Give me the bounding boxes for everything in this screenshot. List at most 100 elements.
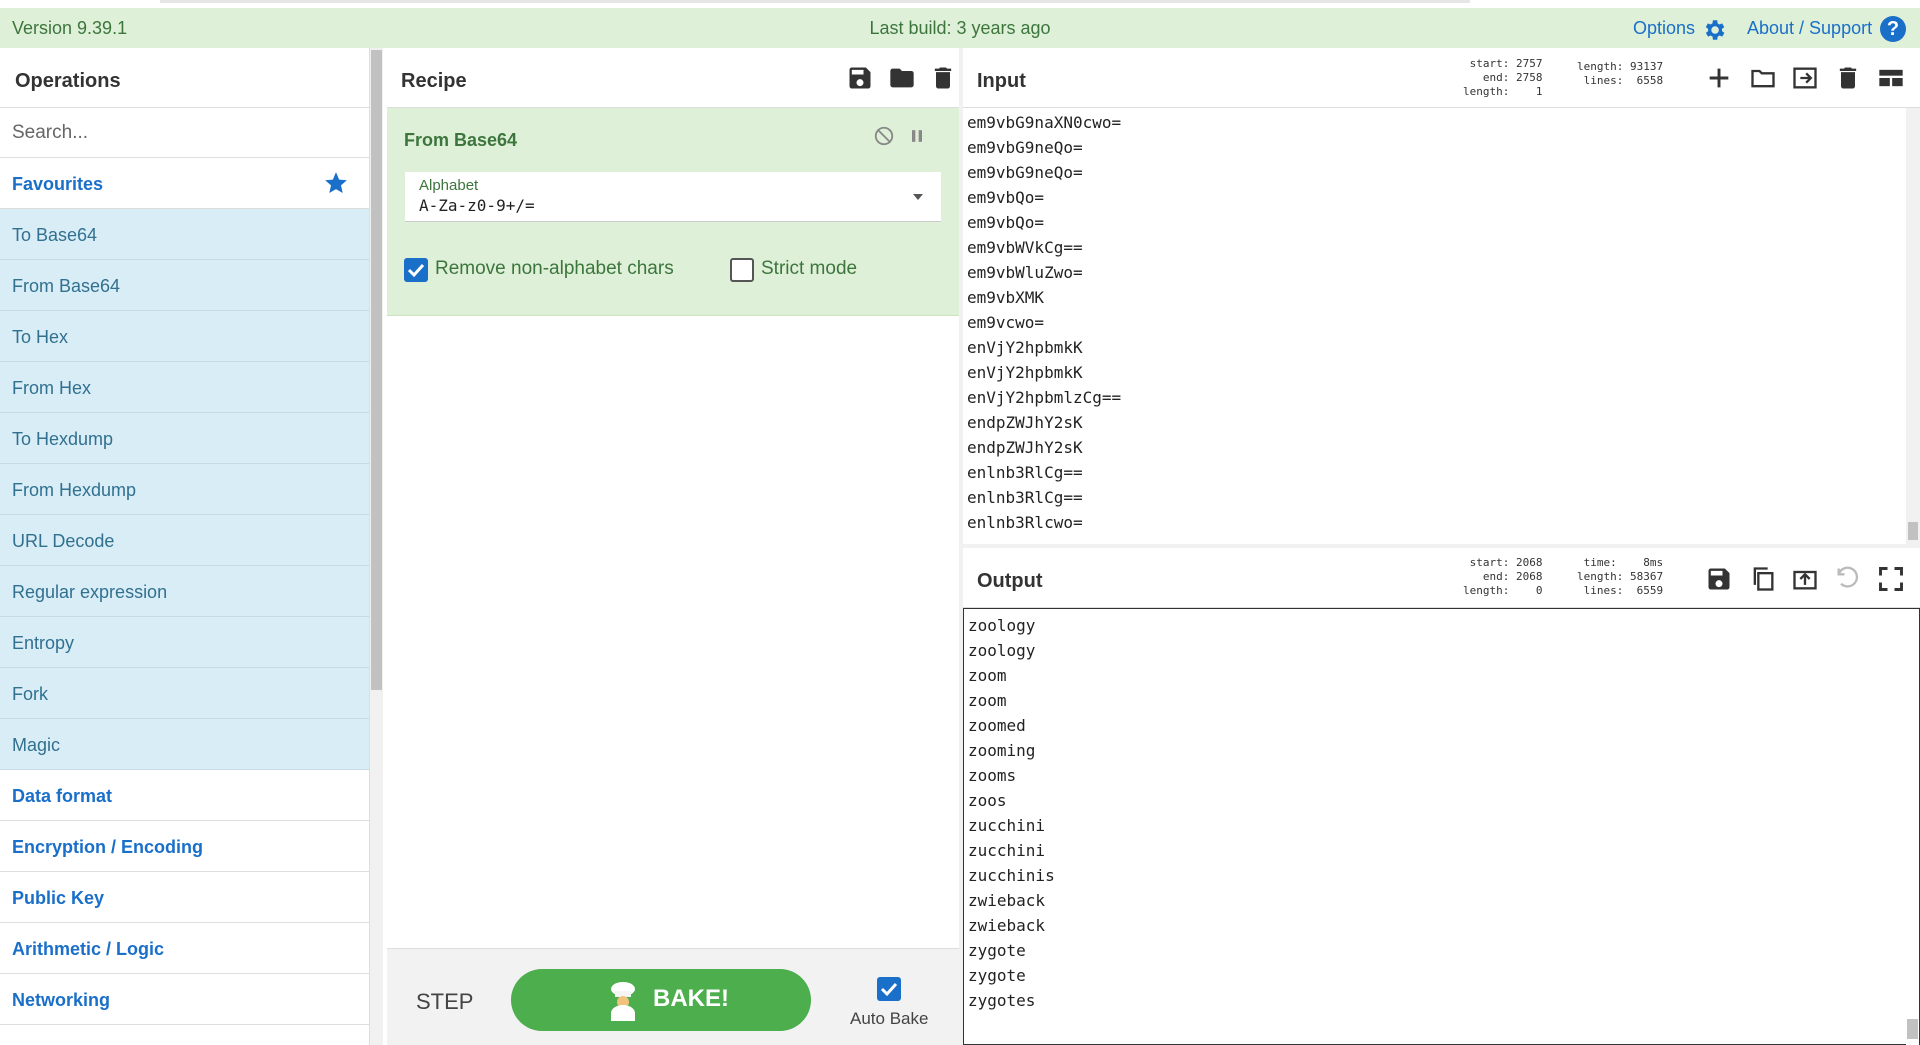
category-item[interactable]: Public Key [0,872,369,923]
input-line: em9vbQo= [967,213,1045,232]
operations-scrollbar[interactable] [370,48,383,1045]
category-item[interactable]: Arithmetic / Logic [0,923,369,974]
output-line: zygote [968,941,1026,960]
chevron-down-icon[interactable] [913,194,923,200]
operations-title: Operations [0,48,369,108]
trash-icon[interactable] [929,64,957,92]
options-link[interactable]: Options [1633,18,1695,39]
scroll-thumb[interactable] [371,50,382,690]
output-line: zooming [968,741,1036,760]
operation-item[interactable]: To Base64 [0,209,369,260]
strict-mode-checkbox[interactable] [730,258,754,282]
category-item[interactable]: Encryption / Encoding [0,821,369,872]
remove-nonalpha-label: Remove non-alphabet chars [435,258,674,279]
copy-icon[interactable] [1749,565,1777,593]
input-line: enlnb3Rlcwo= [967,513,1083,532]
gear-icon[interactable] [1701,17,1727,43]
strict-mode-label: Strict mode [761,258,858,279]
output-stats-size: time: 8ms length: 58367 lines: 6559 [1577,556,1664,597]
input-textarea[interactable]: em9vbG9naXN0cwo= em9vbG9neQo= em9vbG9neQo=… [963,108,1920,544]
category-item[interactable]: Networking [0,974,369,1025]
maximise-icon[interactable] [1877,565,1905,593]
output-line: zygote [968,966,1026,985]
step-button[interactable]: STEP [416,989,473,1015]
version-label: Version 9.39.1 [12,18,128,38]
star-icon[interactable] [323,170,349,196]
output-textarea[interactable]: zoology zoology zoom zoom zoomed zooming zooms… [963,608,1920,1045]
input-text: em9vbG9naXN0cwo= em9vbG9neQo= em9vbG9neQo=… [967,110,1121,535]
pause-icon[interactable] [907,126,927,146]
bake-label: BAKE! [653,985,729,1012]
chef-icon [611,982,635,1021]
input-line: enVjY2hpbmlzCg== [967,388,1122,407]
output-line: zwieback [968,916,1046,935]
input-line: enlnb3RlCg== [967,463,1083,482]
alphabet-label: Alphabet [419,177,479,194]
operation-item[interactable]: From Hex [0,362,369,413]
input-line: enVjY2hpbmkK [967,363,1083,382]
operations-panel: Operations Search... Favourites To Base6… [0,48,370,1045]
category-favourites[interactable]: Favourites [0,158,369,209]
open-folder-icon[interactable] [1749,64,1777,92]
operation-item[interactable]: To Hex [0,311,369,362]
output-line: zoology [968,641,1036,660]
alphabet-select[interactable]: Alphabet A-Za-z0-9+/= [405,172,941,222]
operation-item[interactable]: Entropy [0,617,369,668]
search-input[interactable]: Search... [0,108,369,158]
save-icon[interactable] [846,64,874,92]
category-item[interactable]: Data format [0,770,369,821]
scroll-thumb[interactable] [1907,1019,1918,1039]
output-line: zooms [968,766,1017,785]
check-icon [880,982,898,997]
remove-nonalpha-checkbox[interactable] [404,258,428,282]
open-file-icon[interactable] [1791,64,1819,92]
folder-icon[interactable] [888,64,916,92]
trash-icon[interactable] [1834,64,1862,92]
help-icon[interactable]: ? [1880,16,1906,42]
bake-bar: STEP BAKE! Auto Bake [387,948,959,1045]
output-scrollbar[interactable] [1906,609,1919,1045]
operation-item[interactable]: Magic [0,719,369,770]
operation-item[interactable]: URL Decode [0,515,369,566]
output-line: zygotes [968,991,1036,1010]
output-line: zwieback [968,891,1046,910]
input-scrollbar[interactable] [1906,108,1920,544]
top-banner: Version 9.39.1 Last build: 3 years ago O… [0,8,1920,48]
input-line: em9vbQo= [967,188,1045,207]
last-build-label[interactable]: Last build: 3 years ago [869,18,1050,38]
output-line: zoology [968,616,1036,635]
save-icon[interactable] [1705,565,1733,593]
operation-item[interactable]: To Hexdump [0,413,369,464]
input-line: em9vcwo= [967,313,1045,332]
output-line: zoos [968,791,1007,810]
bake-button[interactable]: BAKE! [511,969,811,1031]
top-edge [160,0,1470,3]
auto-bake-checkbox[interactable] [877,977,901,1001]
operation-item[interactable]: Regular expression [0,566,369,617]
replace-input-icon[interactable] [1791,565,1819,593]
output-line: zucchinis [968,866,1055,885]
output-text: zoology zoology zoom zoom zoomed zooming zooms… [968,613,1055,1013]
layout-icon[interactable] [1877,64,1905,92]
recipe-title: Recipe [401,70,467,92]
from-base64-operation[interactable]: From Base64 Alphabet A-Za-z0-9+/= Remove… [387,108,959,316]
disable-icon[interactable] [873,125,895,147]
input-line: em9vbG9naXN0cwo= [967,113,1122,132]
undo-icon[interactable] [1834,565,1862,593]
output-line: zoom [968,691,1007,710]
input-line: em9vbWVkCg== [967,238,1083,257]
operation-item[interactable]: From Hexdump [0,464,369,515]
input-line: endpZWJhY2sK [967,438,1083,457]
input-stats-size: length: 93137 lines: 6558 [1577,60,1664,87]
about-support-link[interactable]: About / Support [1747,18,1872,39]
operation-item[interactable]: Fork [0,668,369,719]
add-tab-icon[interactable] [1705,64,1733,92]
input-line: enVjY2hpbmkK [967,338,1083,357]
category-favourites-label: Favourites [12,174,104,194]
check-icon [407,263,425,278]
input-line: em9vbG9neQo= [967,163,1083,182]
scroll-thumb[interactable] [1908,522,1918,540]
input-line: em9vbG9neQo= [967,138,1083,157]
operation-item[interactable]: From Base64 [0,260,369,311]
output-line: zucchini [968,841,1046,860]
